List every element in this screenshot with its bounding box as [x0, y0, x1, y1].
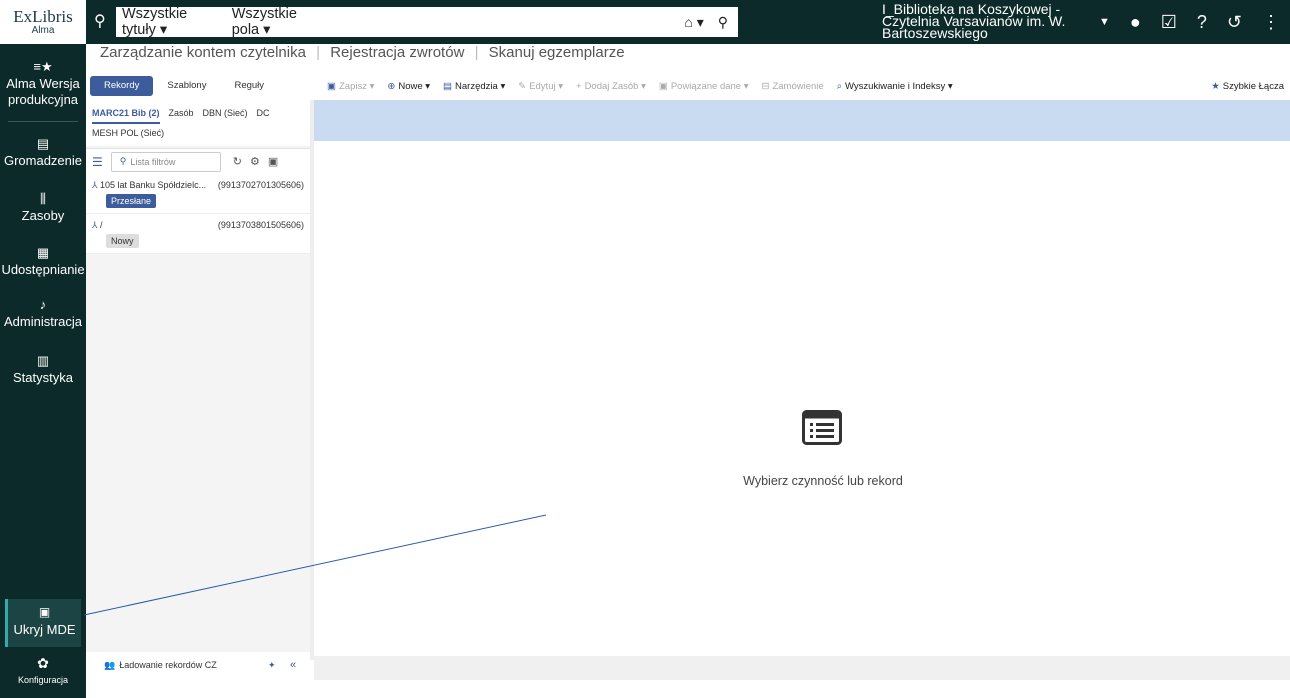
annotation-line	[83, 514, 547, 616]
